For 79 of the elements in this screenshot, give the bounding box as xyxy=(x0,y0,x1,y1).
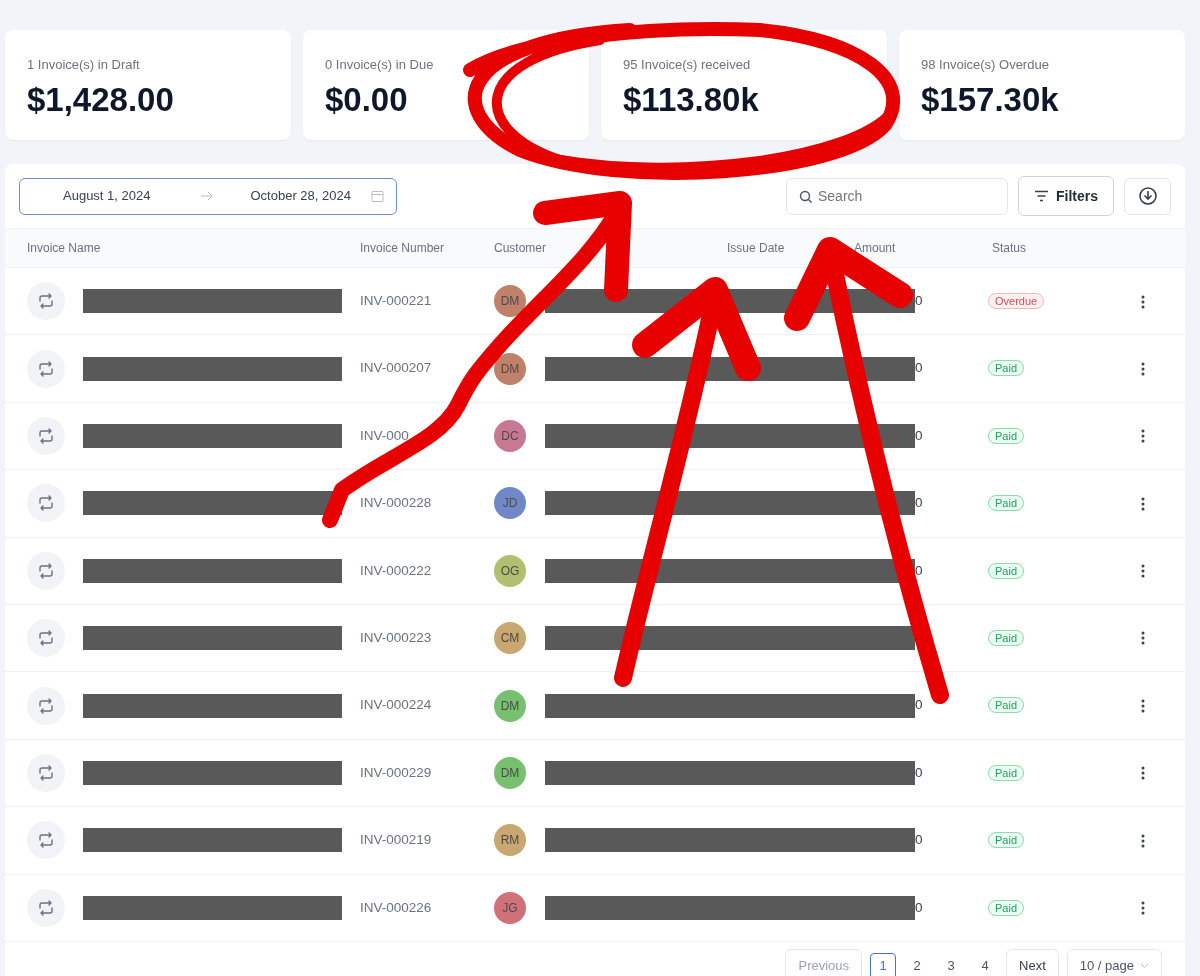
chevron-icon xyxy=(1140,962,1149,969)
page-size-select[interactable]: 10 / page xyxy=(1066,948,1162,976)
download-icon xyxy=(1137,186,1158,206)
status-tag: Paid xyxy=(988,630,1025,646)
column-header: Customer xyxy=(494,241,546,255)
column-header: Invoice Name xyxy=(27,240,101,257)
table-cell-text: 0 xyxy=(915,292,923,311)
avatar: DM xyxy=(494,285,526,318)
avatar: DC xyxy=(494,419,526,452)
recurring-icon xyxy=(27,551,65,590)
column-header: Status xyxy=(992,241,1027,255)
table-cell-text: 0 xyxy=(915,359,923,378)
avatar: DM xyxy=(494,689,526,722)
next-button[interactable]: Next xyxy=(1006,948,1059,976)
avatar: CM xyxy=(494,622,526,655)
recurring-icon xyxy=(27,416,65,455)
status-tag: Paid xyxy=(988,360,1025,377)
card-label: 95 Invoice(s) received xyxy=(623,56,751,74)
status-tag: Paid xyxy=(988,495,1025,512)
table-cell: INV-000 xyxy=(360,427,409,443)
avatar: JD xyxy=(494,487,526,520)
page-button[interactable]: 1 xyxy=(870,952,897,976)
page-button[interactable]: 4 xyxy=(972,952,999,976)
recurring-icon xyxy=(27,686,65,725)
filters-button[interactable]: Filters xyxy=(1018,176,1114,216)
card-label: 0 Invoice(s) in Due xyxy=(325,56,434,74)
table-cell-text: 0 xyxy=(915,696,923,715)
table-cell: INV-000222 xyxy=(360,562,432,578)
status-tag: Paid xyxy=(988,562,1025,579)
avatar: DM xyxy=(494,756,526,789)
card-value: $1,428.00 xyxy=(27,82,174,119)
avatar: RM xyxy=(494,824,526,857)
recurring-icon xyxy=(27,821,65,860)
table-cell: INV-000221 xyxy=(360,293,432,309)
table-cell-text: 0 xyxy=(915,494,923,513)
avatar: DM xyxy=(494,352,526,385)
filter-icon xyxy=(1034,190,1049,202)
table-cell-text: 0 xyxy=(915,763,923,782)
recurring-icon xyxy=(27,888,65,927)
status-tag: Paid xyxy=(988,899,1025,916)
calendar-icon xyxy=(371,189,384,203)
recurring-icon xyxy=(27,349,65,388)
status-tag: Paid xyxy=(988,764,1025,781)
column-header: Invoice Number xyxy=(360,241,445,255)
card-value: $113.80k xyxy=(623,82,759,119)
table-cell: INV-000223 xyxy=(360,630,432,645)
arrow-icon xyxy=(200,191,215,201)
status-tag: Paid xyxy=(988,697,1025,714)
table-cell: INV-000229 xyxy=(360,764,432,780)
table-cell: INV-000228 xyxy=(360,495,432,511)
table-cell: INV-000226 xyxy=(360,899,432,915)
status-tag: Overdue xyxy=(988,293,1045,310)
table-cell-text: 0 xyxy=(915,898,923,917)
column-header: Issue Date xyxy=(727,241,785,255)
table-cell: INV-000219 xyxy=(360,832,432,848)
table-cell: INV-000207 xyxy=(360,360,432,376)
date-range-picker[interactable]: August 1, 2024 October 28, 2024 xyxy=(19,177,397,215)
download-button[interactable] xyxy=(1124,177,1171,215)
avatar: OG xyxy=(494,554,526,587)
search-field[interactable]: Search xyxy=(786,177,1008,215)
card-label: 1 Invoice(s) in Draft xyxy=(27,56,140,74)
table-cell-text: 0 xyxy=(915,426,923,445)
page-size-label: 10 / page xyxy=(1079,957,1134,976)
avatar: JG xyxy=(494,891,526,924)
page-button[interactable]: 3 xyxy=(938,952,965,976)
recurring-icon xyxy=(27,753,65,792)
column-header: Amount xyxy=(854,241,896,255)
recurring-icon xyxy=(27,619,65,658)
table-cell-text: 0 xyxy=(915,831,923,850)
recurring-icon xyxy=(27,282,65,321)
status-tag: Paid xyxy=(988,832,1025,849)
page-button[interactable]: 2 xyxy=(904,952,931,976)
card-value: $0.00 xyxy=(325,82,408,119)
status-tag: Paid xyxy=(988,427,1025,444)
recurring-icon xyxy=(27,484,65,523)
table-cell: INV-000224 xyxy=(360,697,432,713)
table-cell-text: 0 xyxy=(915,561,923,580)
card-value: $157.30k xyxy=(921,82,1059,119)
card-label: 98 Invoice(s) Overdue xyxy=(921,56,1049,74)
